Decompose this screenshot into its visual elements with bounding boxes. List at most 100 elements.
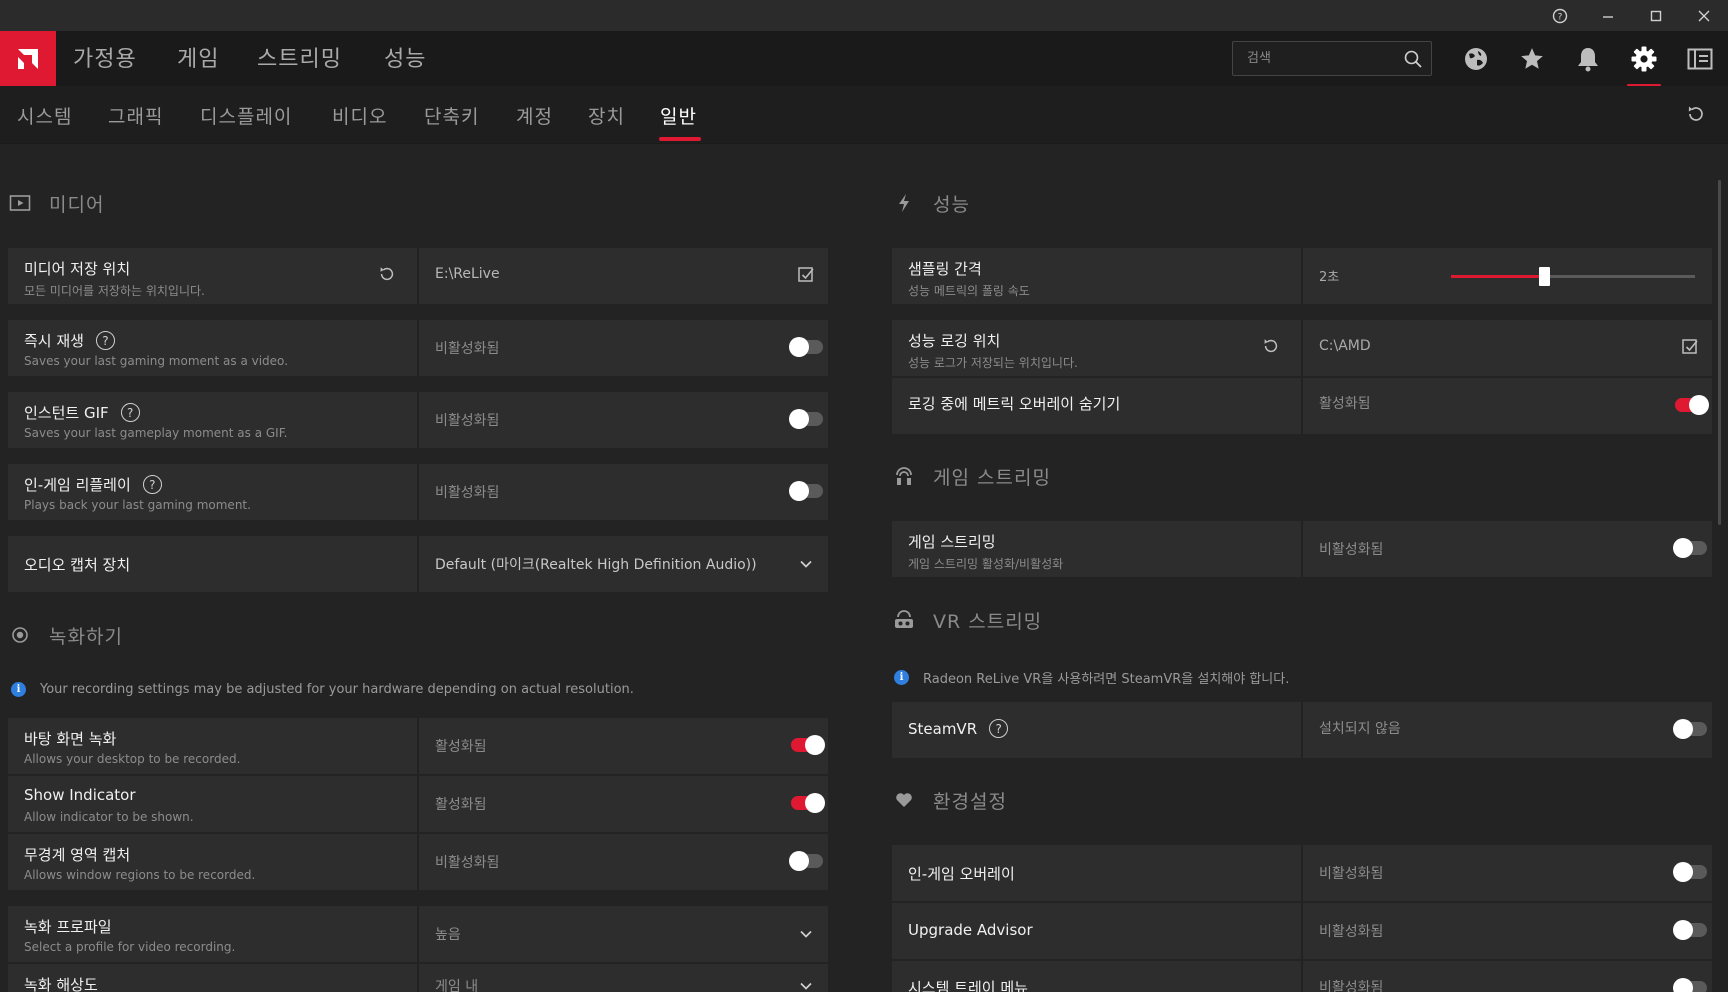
setting-value: 비활성화됨 bbox=[435, 485, 500, 501]
setting-title: Show Indicator bbox=[24, 786, 136, 804]
info-note-text: Radeon ReLive VR을 사용하려면 SteamVR을 설치해야 합니… bbox=[923, 672, 1290, 687]
instant-gif-row: 인스턴트 GIF? Saves your last gameplay momen… bbox=[8, 392, 828, 448]
recording-resolution-dropdown[interactable]: 게임 내 bbox=[417, 964, 828, 992]
slider-thumb[interactable] bbox=[1538, 267, 1550, 286]
game-streaming-section-title: 게임 스트리밍 bbox=[933, 466, 1051, 489]
instant-gif-toggle[interactable] bbox=[789, 409, 823, 429]
help-icon[interactable]: ? bbox=[989, 719, 1009, 738]
globe-icon[interactable] bbox=[1458, 41, 1494, 77]
setting-description: Allows window regions to be recorded. bbox=[24, 868, 256, 882]
system-tray-menu-row: 시스템 트레이 메뉴 비활성화됨 bbox=[892, 961, 1712, 992]
tab-graphics[interactable]: 그래픽 bbox=[108, 102, 163, 129]
setting-description: 성능 메트릭의 폴링 속도 bbox=[908, 284, 1030, 298]
close-button[interactable] bbox=[1680, 0, 1728, 31]
setting-value: 비활성화됨 bbox=[435, 413, 500, 429]
slider-fill bbox=[1451, 275, 1544, 278]
main-tab-performance[interactable]: 성능 bbox=[384, 41, 426, 73]
in-game-overlay-toggle[interactable] bbox=[1673, 862, 1707, 882]
steamvr-toggle[interactable] bbox=[1673, 719, 1707, 739]
bell-icon[interactable] bbox=[1570, 41, 1606, 77]
tab-video[interactable]: 비디오 bbox=[332, 102, 387, 129]
recording-profile-dropdown[interactable]: 높음 bbox=[417, 906, 828, 962]
chevron-down-icon bbox=[799, 926, 813, 945]
active-tab-indicator bbox=[659, 137, 701, 141]
setting-title: 로깅 중에 메트릭 오버레이 숨기기 bbox=[908, 395, 1121, 413]
setting-title: SteamVR? bbox=[908, 719, 1009, 738]
tab-display[interactable]: 디스플레이 bbox=[200, 102, 292, 129]
steamvr-row: SteamVR? 설치되지 않음 bbox=[892, 702, 1712, 758]
setting-description: Select a profile for video recording. bbox=[24, 940, 236, 954]
info-note-text: Your recording settings may be adjusted … bbox=[40, 682, 634, 697]
tab-account[interactable]: 계정 bbox=[516, 102, 553, 129]
in-game-replay-toggle[interactable] bbox=[789, 481, 823, 501]
reset-icon[interactable] bbox=[1262, 337, 1280, 359]
vr-headset-icon bbox=[893, 609, 915, 631]
tab-devices[interactable]: 장치 bbox=[588, 102, 625, 129]
setting-value: 비활성화됨 bbox=[1319, 924, 1384, 940]
help-icon[interactable]: ? bbox=[120, 403, 140, 422]
sidebar-icon[interactable] bbox=[1682, 41, 1718, 77]
game-streaming-toggle[interactable] bbox=[1673, 538, 1707, 558]
vr-streaming-section-header: VR 스트리밍 bbox=[893, 605, 1042, 635]
main-tab-home[interactable]: 가정용 bbox=[73, 41, 137, 73]
borderless-region-capture-toggle[interactable] bbox=[789, 851, 823, 871]
borderless-region-capture-row: 무경계 영역 캡처 Allows window regions to be re… bbox=[8, 834, 828, 890]
browse-folder-icon[interactable] bbox=[797, 265, 815, 287]
help-icon[interactable]: ? bbox=[95, 331, 115, 350]
heart-icon bbox=[893, 789, 915, 811]
setting-value: 비활성화됨 bbox=[1319, 866, 1384, 882]
streaming-icon bbox=[893, 465, 915, 487]
performance-section-title: 성능 bbox=[933, 193, 970, 216]
minimize-button[interactable] bbox=[1584, 0, 1632, 31]
instant-replay-toggle[interactable] bbox=[789, 337, 823, 357]
setting-title-text: 인스턴트 GIF bbox=[24, 404, 109, 422]
main-tab-streaming[interactable]: 스트리밍 bbox=[257, 41, 342, 73]
show-indicator-toggle[interactable] bbox=[791, 793, 825, 813]
gear-icon[interactable] bbox=[1626, 41, 1662, 87]
setting-description: Saves your last gaming moment as a video… bbox=[24, 354, 289, 368]
search-icon[interactable] bbox=[1403, 49, 1423, 73]
performance-section-header: 성능 bbox=[893, 188, 970, 218]
recording-resolution-row: 녹화 해상도 게임 내 bbox=[8, 964, 828, 992]
system-tray-menu-toggle[interactable] bbox=[1673, 978, 1707, 992]
desktop-recording-toggle[interactable] bbox=[791, 735, 825, 755]
reset-all-icon[interactable] bbox=[1686, 104, 1706, 128]
upgrade-advisor-toggle[interactable] bbox=[1673, 920, 1707, 940]
setting-value: 비활성화됨 bbox=[1319, 980, 1384, 992]
vr-info-note: i Radeon ReLive VR을 사용하려면 SteamVR을 설치해야 … bbox=[894, 668, 1289, 687]
recording-section-header: 녹화하기 bbox=[9, 620, 123, 650]
sampling-interval-slider[interactable] bbox=[1451, 267, 1695, 286]
search-box bbox=[1232, 41, 1432, 76]
setting-title: 인스턴트 GIF? bbox=[24, 402, 140, 423]
search-input[interactable] bbox=[1233, 42, 1393, 75]
star-icon[interactable] bbox=[1514, 41, 1550, 77]
setting-title: 바탕 화면 녹화 bbox=[24, 730, 117, 748]
setting-title: 즉시 재생? bbox=[24, 330, 115, 351]
hide-metrics-overlay-toggle[interactable] bbox=[1675, 395, 1709, 415]
browse-folder-icon[interactable] bbox=[1681, 337, 1699, 359]
recording-profile-row: 녹화 프로파일 Select a profile for video recor… bbox=[8, 906, 828, 962]
main-tab-gaming[interactable]: 게임 bbox=[177, 41, 219, 73]
reset-icon[interactable] bbox=[378, 265, 396, 287]
setting-value[interactable]: E:\ReLive bbox=[435, 266, 500, 282]
setting-value: 활성화됨 bbox=[1319, 396, 1371, 412]
audio-capture-dropdown[interactable]: Default (마이크(Realtek High Definition Aud… bbox=[417, 536, 828, 592]
performance-log-location-row: 성능 로깅 위치 성능 로그가 저장되는 위치입니다. C:\AMD bbox=[892, 320, 1712, 376]
scrollbar[interactable] bbox=[1718, 180, 1721, 525]
setting-value: 2초 bbox=[1319, 270, 1340, 285]
amd-logo[interactable] bbox=[0, 31, 56, 86]
info-icon: i bbox=[11, 682, 26, 697]
tab-hotkeys[interactable]: 단축키 bbox=[424, 102, 479, 129]
setting-value: 비활성화됨 bbox=[435, 855, 500, 871]
tab-system[interactable]: 시스템 bbox=[17, 102, 72, 129]
tab-general[interactable]: 일반 bbox=[660, 102, 697, 129]
setting-title-text: 인-게임 리플레이 bbox=[24, 476, 131, 494]
setting-title: 미디어 저장 위치 bbox=[24, 260, 131, 278]
help-icon[interactable]: ? bbox=[142, 475, 162, 494]
setting-title: 게임 스트리밍 bbox=[908, 533, 996, 551]
setting-description: 게임 스트리밍 활성화/비활성화 bbox=[908, 557, 1064, 571]
hide-metrics-overlay-row: 로깅 중에 메트릭 오버레이 숨기기 활성화됨 bbox=[892, 378, 1712, 434]
setting-value[interactable]: C:\AMD bbox=[1319, 338, 1371, 354]
maximize-button[interactable] bbox=[1632, 0, 1680, 31]
help-icon[interactable]: ? bbox=[1536, 0, 1584, 31]
